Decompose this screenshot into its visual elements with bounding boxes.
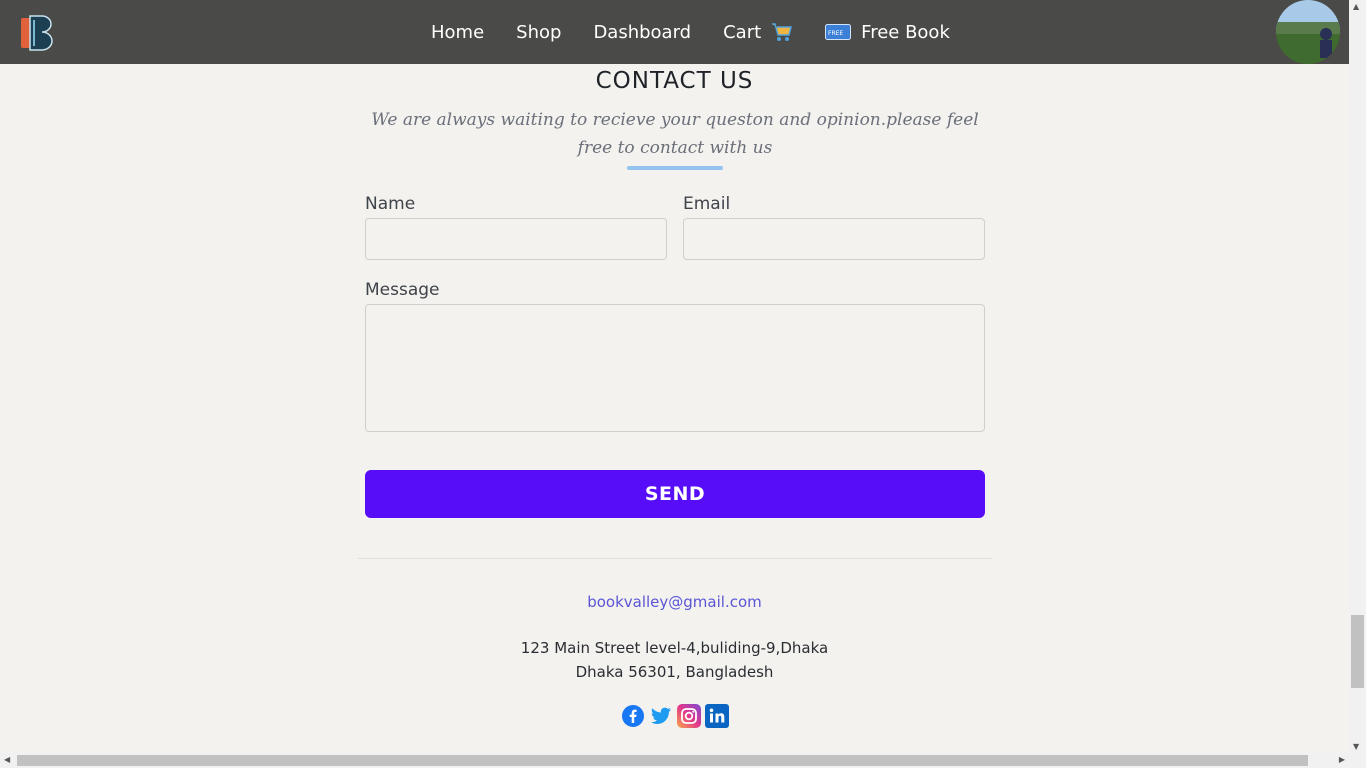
scroll-right-arrow-icon[interactable]: ▶	[1339, 755, 1345, 764]
footer-address: 123 Main Street level-4,buliding-9,Dhaka…	[0, 636, 1349, 684]
nav-home-label: Home	[431, 21, 485, 43]
book-valley-logo-icon[interactable]	[18, 12, 56, 52]
footer-email-link[interactable]: bookvalley@gmail.com	[0, 593, 1349, 611]
email-label: Email	[683, 194, 731, 214]
user-avatar[interactable]	[1276, 0, 1340, 64]
vertical-scrollbar[interactable]: ▲ ▼	[1349, 0, 1366, 753]
top-navbar: Home Shop Dashboard Cart FREE Free Book	[0, 0, 1349, 64]
message-label: Message	[365, 280, 440, 300]
send-button[interactable]: SEND	[365, 470, 985, 518]
vertical-scroll-thumb[interactable]	[1351, 615, 1364, 688]
title-underline	[627, 166, 723, 170]
svg-text:FREE: FREE	[828, 30, 843, 37]
nav-links: Home Shop Dashboard Cart FREE Free Book	[415, 0, 982, 64]
scroll-down-arrow-icon[interactable]: ▼	[1353, 742, 1359, 751]
linkedin-icon[interactable]	[705, 704, 729, 728]
name-input[interactable]	[365, 218, 667, 260]
email-input[interactable]	[683, 218, 985, 260]
instagram-icon[interactable]	[677, 704, 701, 728]
nav-home-link[interactable]: Home	[431, 22, 484, 43]
nav-free-book-link[interactable]: FREE Free Book	[825, 22, 950, 43]
contact-subtitle: We are always waiting to recieve your qu…	[371, 110, 979, 158]
facebook-icon[interactable]	[621, 704, 645, 728]
nav-cart-link[interactable]: Cart	[723, 21, 793, 43]
footer-divider	[358, 558, 992, 559]
scrollbar-corner	[1349, 753, 1366, 768]
twitter-icon[interactable]	[649, 704, 673, 728]
address-line-1: 123 Main Street level-4,buliding-9,Dhaka	[520, 639, 829, 657]
horizontal-scroll-thumb[interactable]	[17, 755, 1308, 766]
name-label: Name	[365, 194, 416, 214]
horizontal-scrollbar[interactable]: ◀ ▶	[0, 753, 1349, 768]
nav-dashboard-link[interactable]: Dashboard	[593, 22, 691, 43]
nav-dashboard-label: Dashboard	[593, 21, 692, 43]
nav-free-book-label: Free Book	[861, 21, 950, 43]
contact-title: CONTACT US	[595, 68, 754, 94]
address-line-2: Dhaka 56301, Bangladesh	[575, 663, 774, 681]
social-links	[621, 704, 733, 728]
scroll-up-arrow-icon[interactable]: ▲	[1353, 2, 1359, 11]
message-textarea[interactable]	[365, 304, 985, 432]
nav-cart-label: Cart	[723, 21, 762, 43]
nav-shop-link[interactable]: Shop	[516, 22, 561, 43]
scroll-left-arrow-icon[interactable]: ◀	[4, 755, 10, 764]
free-tag-icon: FREE	[825, 24, 852, 40]
shopping-cart-icon	[771, 21, 793, 43]
nav-shop-label: Shop	[516, 21, 562, 43]
